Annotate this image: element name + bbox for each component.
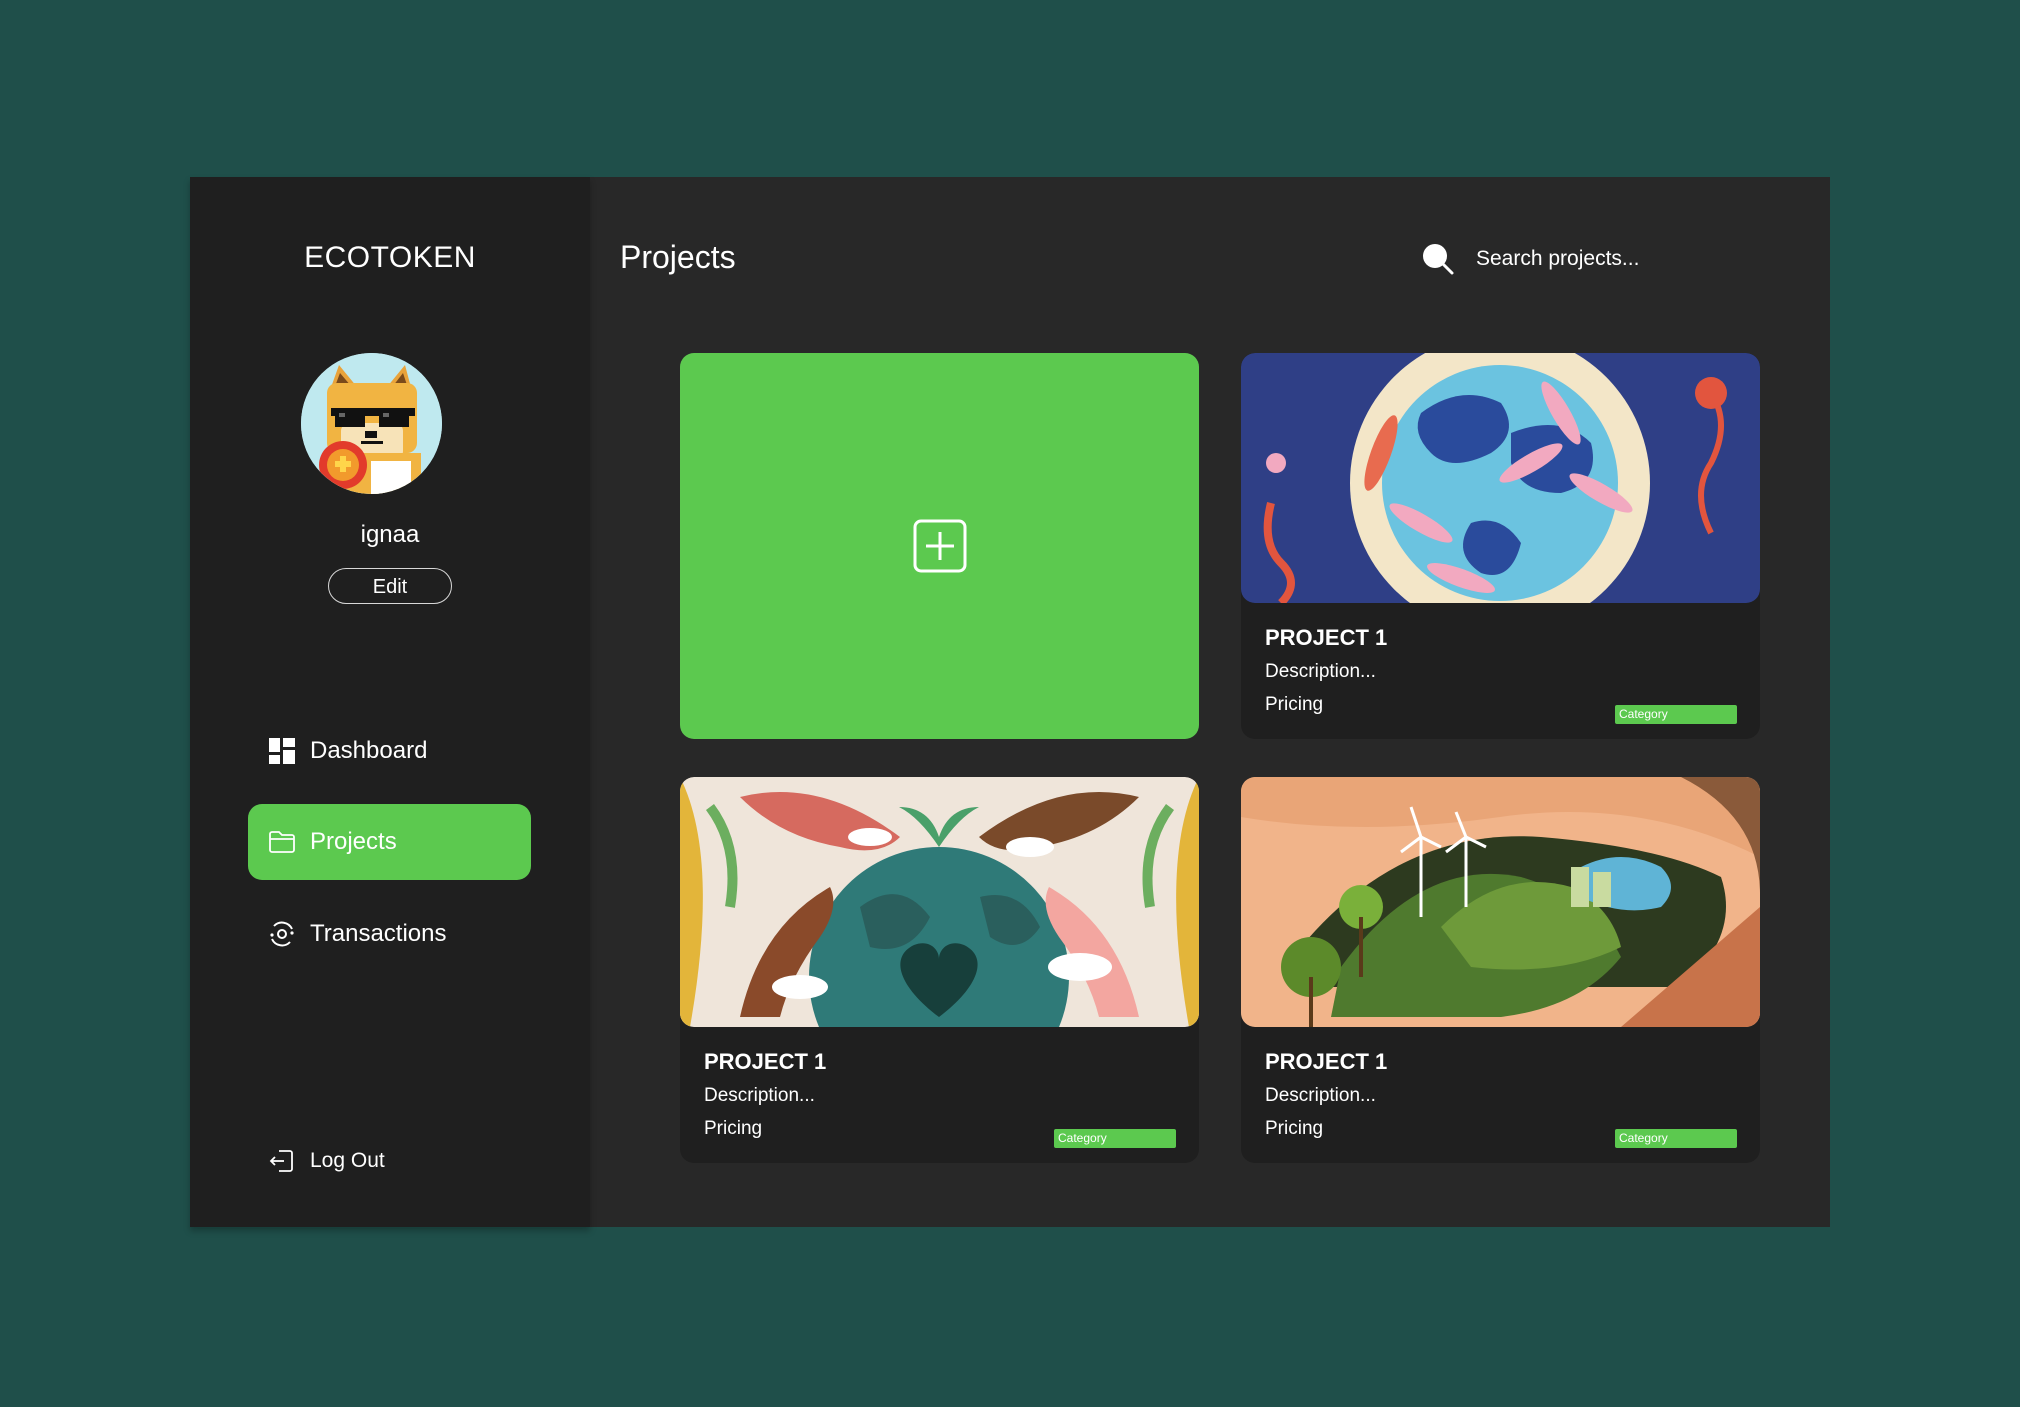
project-title: PROJECT 1	[1265, 1049, 1388, 1074]
username: ignaa	[360, 521, 420, 548]
project-title: PROJECT 1	[1265, 625, 1388, 650]
category-badge: Category	[1615, 705, 1737, 724]
nav-item-dashboard[interactable]: Dashboard	[248, 713, 531, 789]
page-title: Projects	[620, 239, 736, 275]
logout-button[interactable]: Log Out	[268, 1147, 385, 1175]
folder-icon	[268, 828, 296, 856]
nav-item-transactions[interactable]: Transactions	[248, 896, 531, 972]
ocean-globe-illustration	[1241, 353, 1760, 603]
nav-item-label: Transactions	[310, 920, 447, 947]
project-description: Description...	[1265, 1085, 1376, 1106]
category-badge: Category	[1054, 1129, 1176, 1148]
doge-avatar-icon	[301, 353, 442, 494]
project-card[interactable]: PROJECT 1 Description... Pricing Categor…	[1241, 353, 1760, 739]
plus-square-icon	[913, 519, 966, 573]
search-bar[interactable]: Search projects...	[1420, 241, 1639, 277]
project-card[interactable]: PROJECT 1 Description... Pricing Categor…	[1241, 777, 1760, 1163]
sidebar: ECOTOKEN ignaa Edit Dashboard Projects T…	[190, 177, 590, 1227]
wind-turbine-hills-illustration	[1241, 777, 1760, 1027]
nav-item-label: Projects	[310, 828, 397, 855]
project-pricing: Pricing	[1265, 694, 1324, 715]
search-input[interactable]: Search projects...	[1476, 247, 1639, 271]
transactions-icon	[268, 920, 296, 948]
app-window: ECOTOKEN ignaa Edit Dashboard Projects T…	[190, 177, 1830, 1227]
logout-label: Log Out	[310, 1149, 385, 1172]
add-project-card[interactable]	[680, 353, 1199, 739]
nav-item-projects[interactable]: Projects	[248, 804, 531, 880]
project-description: Description...	[704, 1085, 815, 1106]
avatar[interactable]	[301, 353, 442, 494]
brand-logo-text: ECOTOKEN	[304, 241, 476, 274]
earth-hands-heart-illustration	[680, 777, 1199, 1027]
project-description: Description...	[1265, 661, 1376, 682]
nav-item-label: Dashboard	[310, 737, 428, 764]
project-pricing: Pricing	[1265, 1118, 1324, 1139]
edit-profile-button[interactable]: Edit	[328, 568, 452, 604]
search-icon	[1420, 241, 1456, 277]
category-badge: Category	[1615, 1129, 1737, 1148]
logout-icon	[268, 1147, 296, 1175]
dashboard-icon	[268, 737, 296, 765]
project-card[interactable]: PROJECT 1 Description... Pricing Categor…	[680, 777, 1199, 1163]
project-pricing: Pricing	[704, 1118, 763, 1139]
project-title: PROJECT 1	[704, 1049, 827, 1074]
